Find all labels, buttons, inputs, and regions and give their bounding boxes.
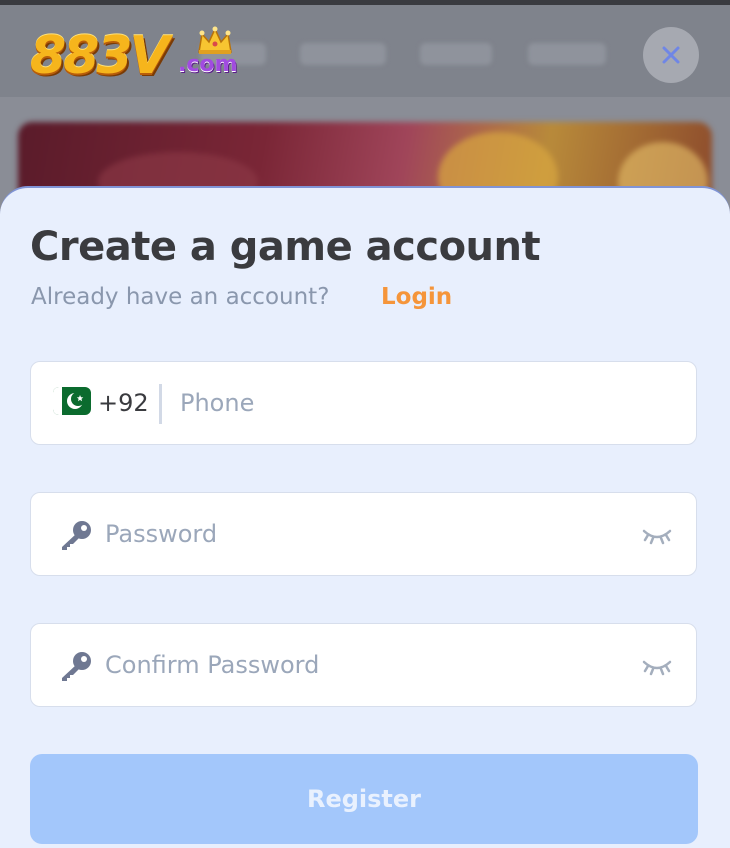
phone-field[interactable]: +92 Phone (30, 361, 697, 445)
login-link[interactable]: Login (381, 284, 452, 310)
register-modal: Create a game account Already have an ac… (0, 186, 730, 848)
country-code[interactable]: +92 (98, 362, 149, 444)
close-button[interactable] (643, 27, 699, 83)
field-divider (159, 384, 162, 424)
confirm-password-input[interactable]: Confirm Password (105, 624, 319, 706)
eye-closed-icon[interactable] (642, 525, 672, 545)
background-nav-item (300, 43, 386, 65)
confirm-password-field[interactable]: Confirm Password (30, 623, 697, 707)
site-logo: 883V .com (30, 26, 260, 86)
key-icon (62, 521, 91, 550)
phone-input[interactable]: Phone (180, 362, 254, 444)
close-icon (662, 46, 680, 64)
logo-suffix: .com (178, 52, 238, 77)
pakistan-flag-icon (53, 387, 91, 415)
password-field[interactable]: Password (30, 492, 697, 576)
background-nav-item (528, 43, 606, 65)
eye-closed-icon[interactable] (642, 656, 672, 676)
register-button[interactable]: Register (30, 754, 698, 844)
logo-wordmark: 883V (30, 26, 170, 86)
key-icon (62, 652, 91, 681)
background-nav-item (420, 43, 492, 65)
modal-title: Create a game account (30, 224, 541, 270)
modal-subtitle: Already have an account? (31, 284, 330, 310)
password-input[interactable]: Password (105, 493, 217, 575)
